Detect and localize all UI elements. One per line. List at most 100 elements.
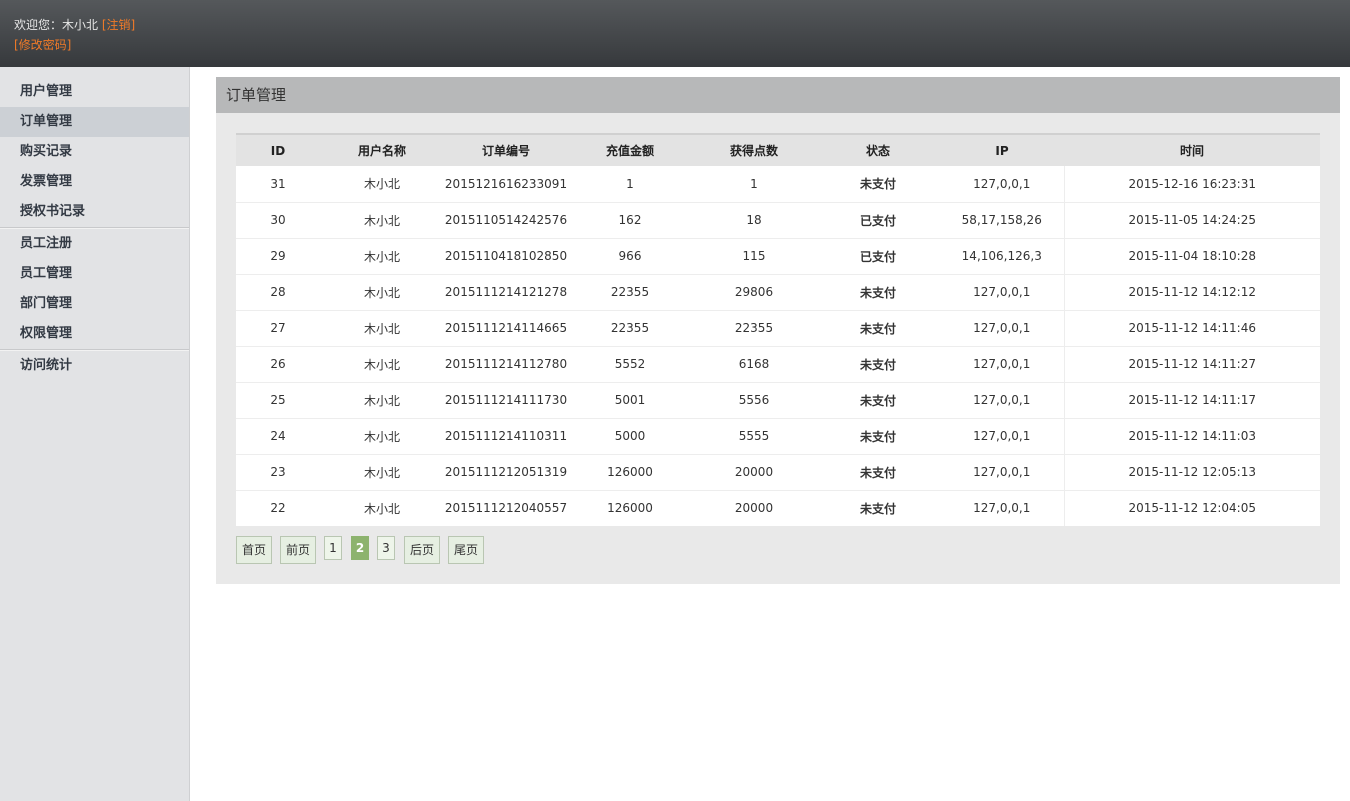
page-number-1[interactable]: 1 [324,536,342,560]
col-header-amount: 充值金额 [568,133,692,166]
cell-points: 5555 [692,418,816,455]
sidebar-item-employee-management[interactable]: 员工管理 [0,259,189,289]
cell-order-number: 2015111214121278 [444,274,568,311]
sidebar-item-visit-statistics[interactable]: 访问统计 [0,351,189,381]
sidebar-item-order-management[interactable]: 订单管理 [0,107,189,137]
cell-username: 木小北 [320,418,444,455]
sidebar-item-authorization-records[interactable]: 授权书记录 [0,197,189,227]
prev-page-button[interactable]: 前页 [280,536,316,564]
cell-amount: 22355 [568,274,692,311]
table-row: 23 木小北 2015111212051319 126000 20000 未支付… [236,454,1320,491]
table-row: 28 木小北 2015111214121278 22355 29806 未支付 … [236,274,1320,311]
cell-username: 木小北 [320,238,444,275]
table-row: 26 木小北 2015111214112780 5552 6168 未支付 12… [236,346,1320,383]
cell-ip: 127,0,0,1 [973,501,1031,516]
cell-time: 2015-11-12 14:11:46 [1063,310,1320,347]
page-number-3[interactable]: 3 [377,536,395,560]
cell-id: 31 [236,166,320,203]
cell-id: 30 [236,202,320,239]
cell-id: 27 [236,310,320,347]
cell-points: 20000 [734,501,774,516]
cell-username: 木小北 [320,274,444,311]
sidebar-item-purchase-records[interactable]: 购买记录 [0,137,189,167]
welcome-line: 欢迎您：木小北 [注销] [14,17,135,33]
cell-ip: 14,106,126,3 [940,238,1064,275]
cell-username: 木小北 [320,202,444,239]
cell-username: 木小北 [320,454,444,491]
cell-order-number: 2015111212040557 [444,501,568,516]
order-panel: 订单管理 ID 用户名称 订单编号 充值金额 获得点数 状态 IP 时间 31 … [216,77,1340,584]
cell-username: 木小北 [320,166,444,203]
table-row: 31 木小北 2015121616233091 1 1 未支付 127,0,0,… [236,166,1320,203]
cell-points: 22355 [692,310,816,347]
cell-username: 木小北 [320,346,444,383]
first-page-button[interactable]: 首页 [236,536,272,564]
cell-points: 18 [692,202,816,239]
sidebar-item-user-management[interactable]: 用户管理 [0,77,189,107]
cell-points: 29806 [692,274,816,311]
cell-points: 6168 [692,346,816,383]
cell-id: 26 [236,346,320,383]
cell-status: 未支付 [816,382,940,419]
cell-status: 已支付 [816,202,940,239]
cell-username: 木小北 [320,310,444,347]
cell-status: 未支付 [859,501,896,516]
table-row: 27 木小北 2015111214114665 22355 22355 未支付 … [236,310,1320,347]
cell-id: 23 [236,454,320,491]
cell-points: 20000 [692,454,816,491]
sidebar-item-permission-management[interactable]: 权限管理 [0,319,189,349]
table-header-row: ID 用户名称 订单编号 充值金额 获得点数 状态 IP 时间 [236,133,1320,166]
logout-link[interactable]: [注销] [102,18,135,32]
change-password-link[interactable]: [修改密码] [14,37,71,53]
cell-time: 2015-11-12 14:11:03 [1063,418,1320,455]
cell-order-number: 2015111214110311 [444,418,568,455]
cell-points: 5556 [692,382,816,419]
cell-id: 25 [236,382,320,419]
cell-ip: 127,0,0,1 [940,382,1064,419]
page-number-2-current[interactable]: 2 [351,536,369,560]
cell-id: 28 [236,274,320,311]
col-header-order-number: 订单编号 [444,133,568,166]
sidebar-item-department-management[interactable]: 部门管理 [0,289,189,319]
welcome-prefix: 欢迎您： [14,18,63,32]
cell-amount: 5000 [568,418,692,455]
cell-amount: 126000 [568,454,692,491]
cell-order-number: 2015111214112780 [444,346,568,383]
cell-order-number: 2015110514242576 [444,202,568,239]
cell-time: 2015-11-12 12:05:13 [1063,454,1320,491]
sidebar-item-invoice-management[interactable]: 发票管理 [0,167,189,197]
username: 木小北 [62,18,99,32]
cell-status: 已支付 [816,238,940,275]
last-page-button[interactable]: 尾页 [448,536,484,564]
col-header-status: 状态 [816,133,940,166]
cell-id: 24 [236,418,320,455]
cell-ip: 127,0,0,1 [940,454,1064,491]
cell-order-number: 2015111214114665 [444,310,568,347]
cell-time: 2015-11-12 14:12:12 [1063,274,1320,311]
cell-points: 115 [692,238,816,275]
cell-status: 未支付 [816,274,940,311]
table-row: 22 木小北 2015111212040557 126000 20000 未支付… [236,490,1320,526]
cell-time: 2015-11-05 14:24:25 [1063,202,1320,239]
cell-amount: 5001 [568,382,692,419]
sidebar: 用户管理 订单管理 购买记录 发票管理 授权书记录 员工注册 员工管理 部门管理… [0,67,190,801]
cell-order-number: 2015111214111730 [444,382,568,419]
next-page-button[interactable]: 后页 [404,536,440,564]
cell-ip: 127,0,0,1 [940,346,1064,383]
sidebar-item-employee-registration[interactable]: 员工注册 [0,229,189,259]
cell-username: 木小北 [320,382,444,419]
col-header-ip: IP [940,133,1064,166]
cell-status: 未支付 [816,454,940,491]
table-row: 25 木小北 2015111214111730 5001 5556 未支付 12… [236,382,1320,419]
cell-time: 2015-11-12 14:11:17 [1063,382,1320,419]
cell-time: 2015-12-16 16:23:31 [1063,166,1320,203]
cell-ip: 127,0,0,1 [940,310,1064,347]
col-header-points: 获得点数 [692,133,816,166]
cell-order-number: 2015110418102850 [444,238,568,275]
cell-ip: 58,17,158,26 [940,202,1064,239]
cell-amount: 5552 [568,346,692,383]
cell-amount: 126000 [607,501,653,516]
cell-points: 1 [692,166,816,203]
cell-ip: 127,0,0,1 [940,166,1064,203]
col-header-username: 用户名称 [320,133,444,166]
